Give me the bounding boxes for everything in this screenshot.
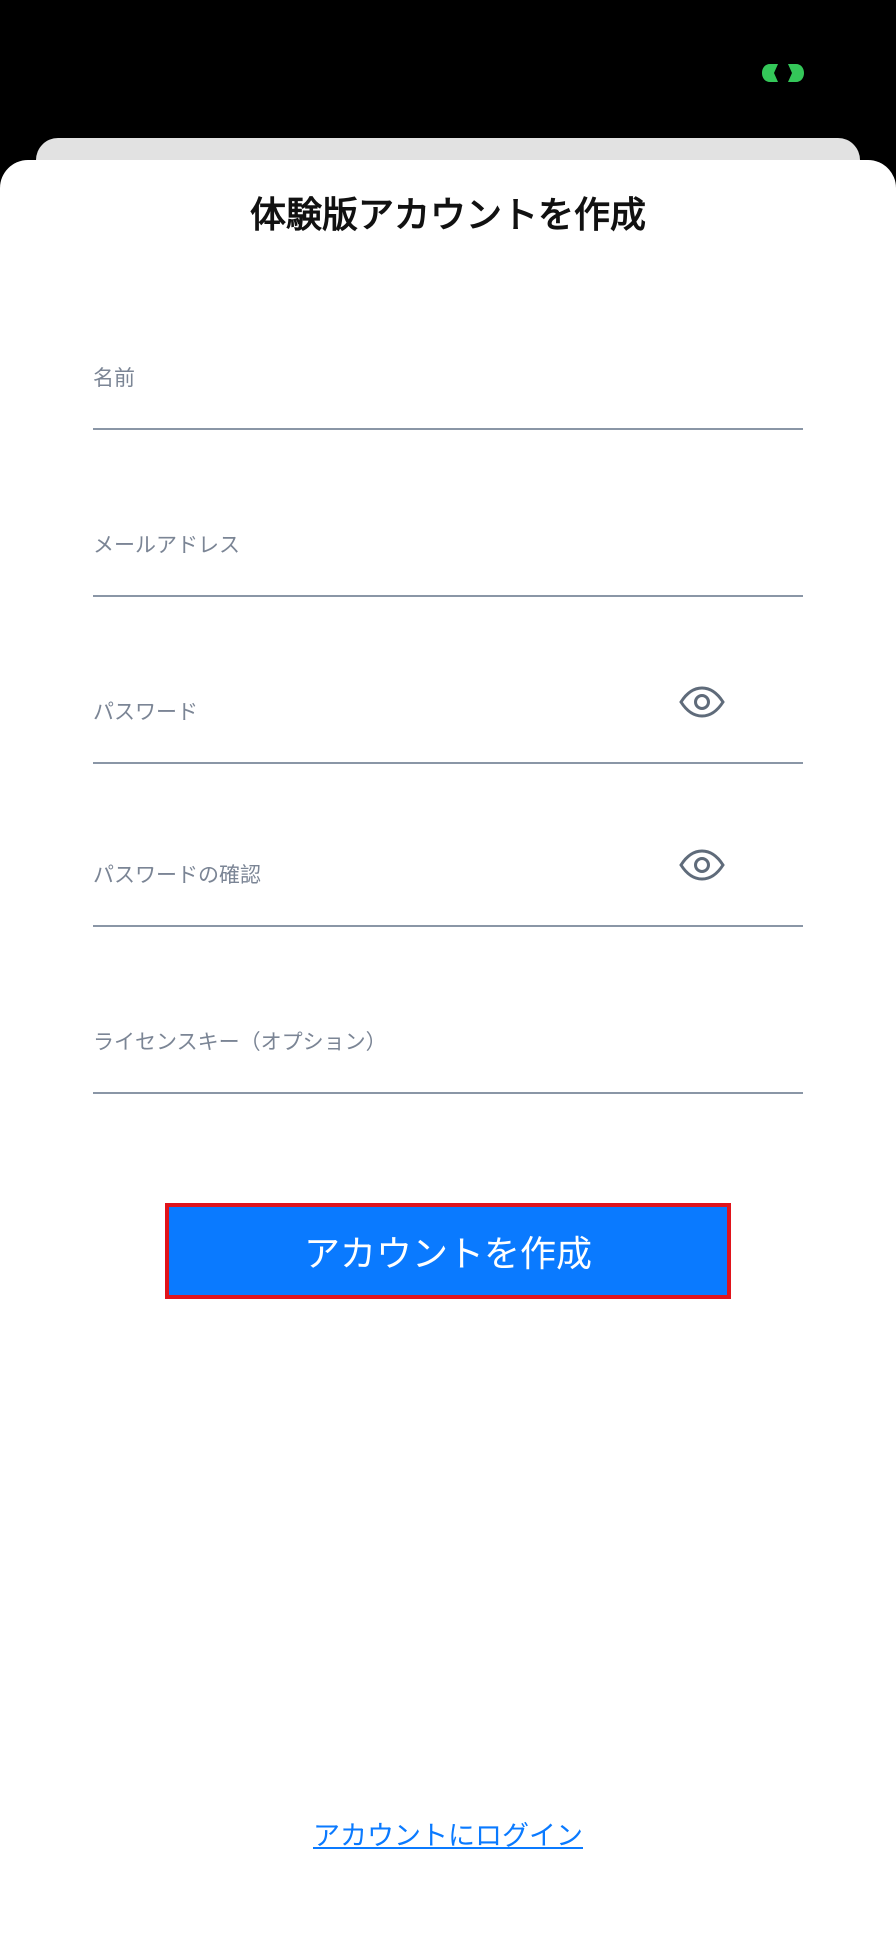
email-field-label: メールアドレス [93,533,240,557]
password-field-label: パスワード [93,700,198,724]
login-link[interactable]: アカウントにログイン [0,1818,896,1856]
license-key-field-label: ライセンスキー（オプション） [93,1030,387,1054]
password-confirm-field-label: パスワードの確認 [93,863,261,887]
password-confirm-field[interactable]: パスワードの確認 [93,845,803,927]
license-key-field[interactable]: ライセンスキー（オプション） [93,1012,803,1094]
create-account-button[interactable]: アカウントを作成 [165,1203,731,1299]
password-confirm-visibility-eye-icon[interactable] [679,849,725,881]
name-field[interactable]: 名前 [93,348,803,430]
password-field[interactable]: パスワード [93,682,803,764]
page-title: 体験版アカウントを作成 [249,195,646,236]
link-icon [760,62,806,84]
status-bar [0,0,896,140]
name-field-label: 名前 [93,366,135,390]
email-field[interactable]: メールアドレス [93,515,803,597]
password-visibility-eye-icon[interactable] [679,686,725,718]
